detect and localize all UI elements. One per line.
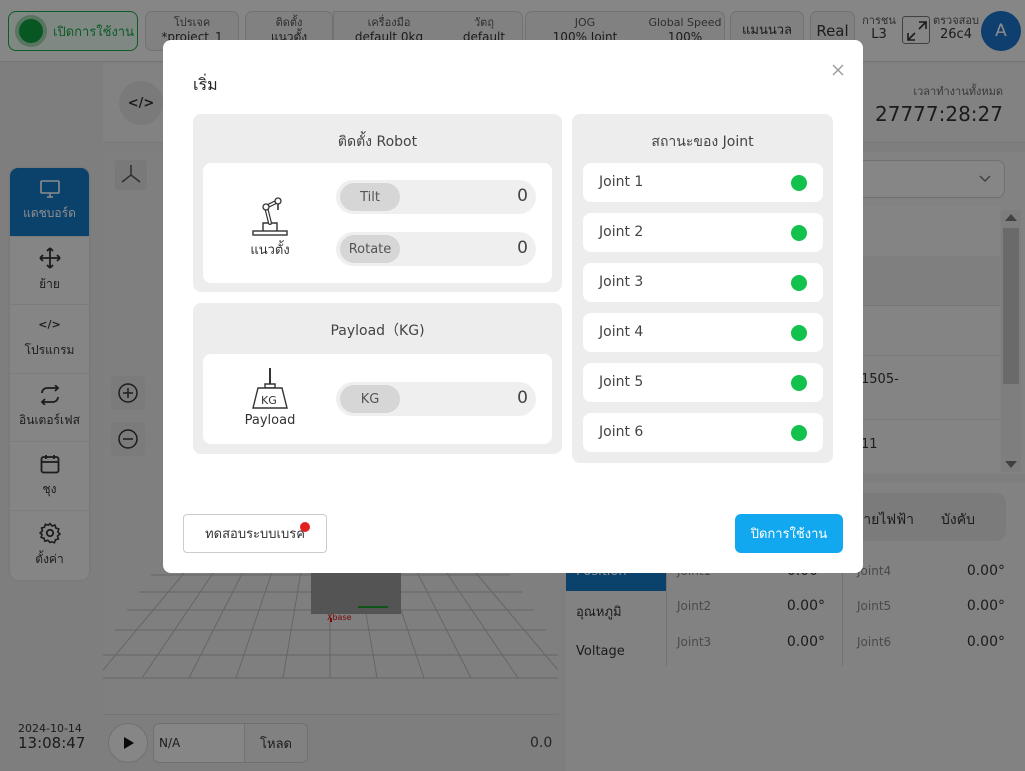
- kg-label: KG: [340, 385, 400, 413]
- brake-test-button[interactable]: ทดสอบระบบเบรค: [183, 514, 327, 553]
- payload-inner: KG Payload KG 0: [203, 354, 552, 444]
- joint-status-label: Joint 5: [599, 374, 644, 390]
- card-title: ติดตั้ง Robot: [337, 134, 418, 150]
- joint-status-row: Joint 3: [583, 263, 823, 302]
- joint-status-row: Joint 4: [583, 313, 823, 352]
- joint-status-row: Joint 1: [583, 163, 823, 202]
- install-caption: แนวตั้ง: [250, 243, 290, 258]
- install-inner: แนวตั้ง Tilt 0 Rotate 0: [203, 163, 552, 283]
- alert-dot-icon: [300, 522, 310, 532]
- tilt-label: Tilt: [340, 183, 400, 211]
- disable-button[interactable]: ปิดการใช้งาน: [735, 514, 843, 553]
- app-root: เปิดการใช้งาน โปรเจค *project_1 ติดตั้ง …: [0, 0, 1025, 771]
- status-ok-icon: [791, 175, 807, 191]
- tilt-field[interactable]: Tilt 0: [336, 180, 536, 214]
- card-title: Payload（KG): [330, 323, 425, 339]
- payload-card: Payload（KG) KG Payload KG 0: [193, 303, 562, 454]
- joint-status-label: Joint 2: [599, 224, 644, 240]
- joint-status-label: Joint 1: [599, 174, 644, 190]
- joint-status-row: Joint 2: [583, 213, 823, 252]
- payload-caption: Payload: [244, 413, 296, 428]
- rotate-field[interactable]: Rotate 0: [336, 232, 536, 266]
- rotate-value: 0: [517, 238, 528, 258]
- rotate-label: Rotate: [340, 235, 400, 263]
- status-ok-icon: [791, 425, 807, 441]
- install-robot-card: ติดตั้ง Robot แนวตั้ง Tilt 0 Rotate 0: [193, 114, 562, 292]
- joint-status-label: Joint 3: [599, 274, 644, 290]
- startup-dialog: เริ่ม ติดตั้ง Robot แนวตั้ง Tilt 0 Rotat…: [163, 40, 863, 573]
- weight-icon-text: KG: [261, 394, 277, 407]
- status-ok-icon: [791, 375, 807, 391]
- kg-value: 0: [517, 388, 528, 408]
- status-ok-icon: [791, 325, 807, 341]
- joint-status-label: Joint 4: [599, 324, 644, 340]
- dialog-title: เริ่ม: [193, 75, 218, 94]
- status-ok-icon: [791, 225, 807, 241]
- joint-status-row: Joint 5: [583, 363, 823, 402]
- status-ok-icon: [791, 275, 807, 291]
- joint-status-label: Joint 6: [599, 424, 644, 440]
- card-title: สถานะของ Joint: [651, 134, 754, 150]
- payload-kg-field[interactable]: KG 0: [336, 382, 536, 416]
- tilt-value: 0: [517, 186, 528, 206]
- close-icon[interactable]: [828, 60, 848, 80]
- joint-status-row: Joint 6: [583, 413, 823, 452]
- robot-arm-icon: [252, 197, 288, 236]
